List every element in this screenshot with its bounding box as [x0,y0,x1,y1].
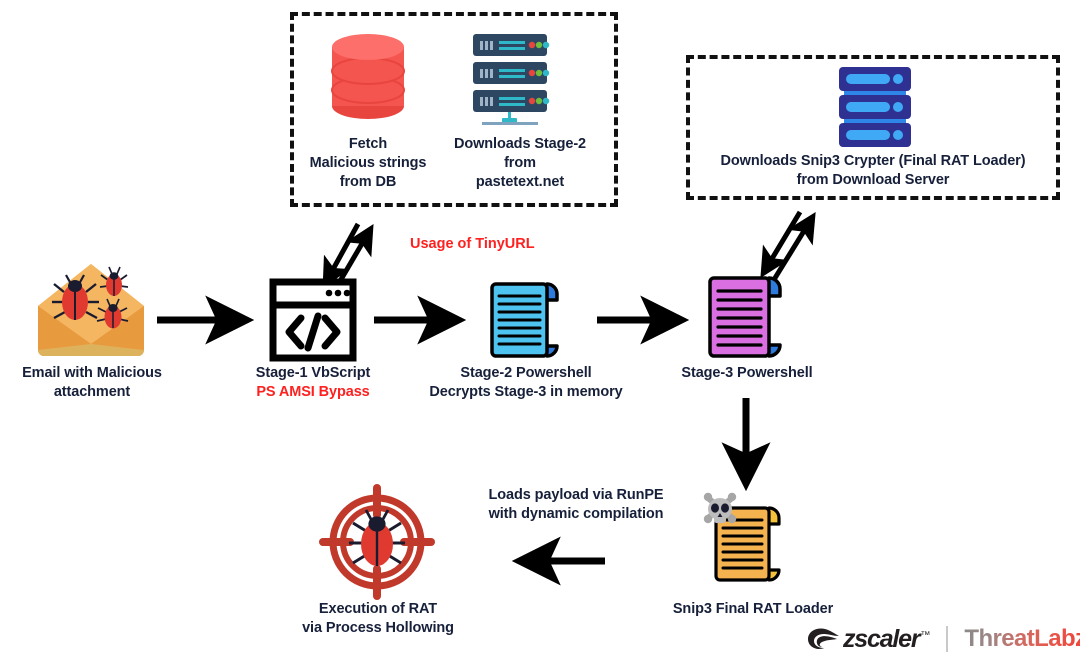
caption-stage3-powershell: Stage-3 Powershell [658,364,836,383]
caption-line: Snip3 Final RAT Loader [672,601,834,617]
caption-line: Stage-3 Powershell [681,365,813,381]
caption-stage1-vbscript: Stage-1 VbScript PS AMSI Bypass [228,364,398,402]
caption-email-with-malicious-attachment: Email with Malicious attachment [0,364,186,402]
zscaler-trademark: ™ [920,629,931,641]
logo-divider [946,626,949,652]
zscaler-wordmark: zscaler [843,624,921,653]
caption-line: via Process Hollowing [302,620,454,637]
skull-scroll-icon [703,490,799,586]
scroll-blue-icon [485,278,563,362]
caption-stage2-powershell: Stage-2 Powershell Decrypts Stage-3 in m… [413,364,639,402]
annotation-usage-of-tinyurl: Usage of TinyURL [410,236,535,252]
zscaler-swoosh-icon [808,628,839,649]
footer-logos: zscaler ™ ThreatLabz [806,622,1080,656]
caption-line: attachment [53,384,131,401]
diagram-canvas: Fetch Malicious strings from DB Download… [0,0,1080,664]
threatlabz-wordmark: ThreatLabz [964,625,1080,653]
caption-line: Execution of RAT [318,601,438,617]
zscaler-logo: zscaler ™ [806,622,930,656]
caption-execution-of-rat: Execution of RAT via Process Hollowing [283,600,473,638]
code-window-icon [269,278,357,362]
caption-line-amsi-bypass: PS AMSI Bypass [256,384,370,401]
caption-line: Stage-2 Powershell [460,365,592,381]
scroll-purple-icon [703,272,787,362]
caption-line: Loads payload via RunPE [488,487,664,503]
malicious-email-icon [30,258,152,358]
annotation-loads-payload-runpe: Loads payload via RunPE with dynamic com… [460,486,692,524]
bug-target-icon [318,483,436,601]
caption-line: Stage-1 VbScript [255,365,371,381]
caption-snip3-final-rat-loader: Snip3 Final RAT Loader [640,600,866,619]
caption-line: with dynamic compilation [488,506,664,523]
caption-line: Email with Malicious [22,365,162,381]
caption-line: Decrypts Stage-3 in memory [429,384,623,401]
